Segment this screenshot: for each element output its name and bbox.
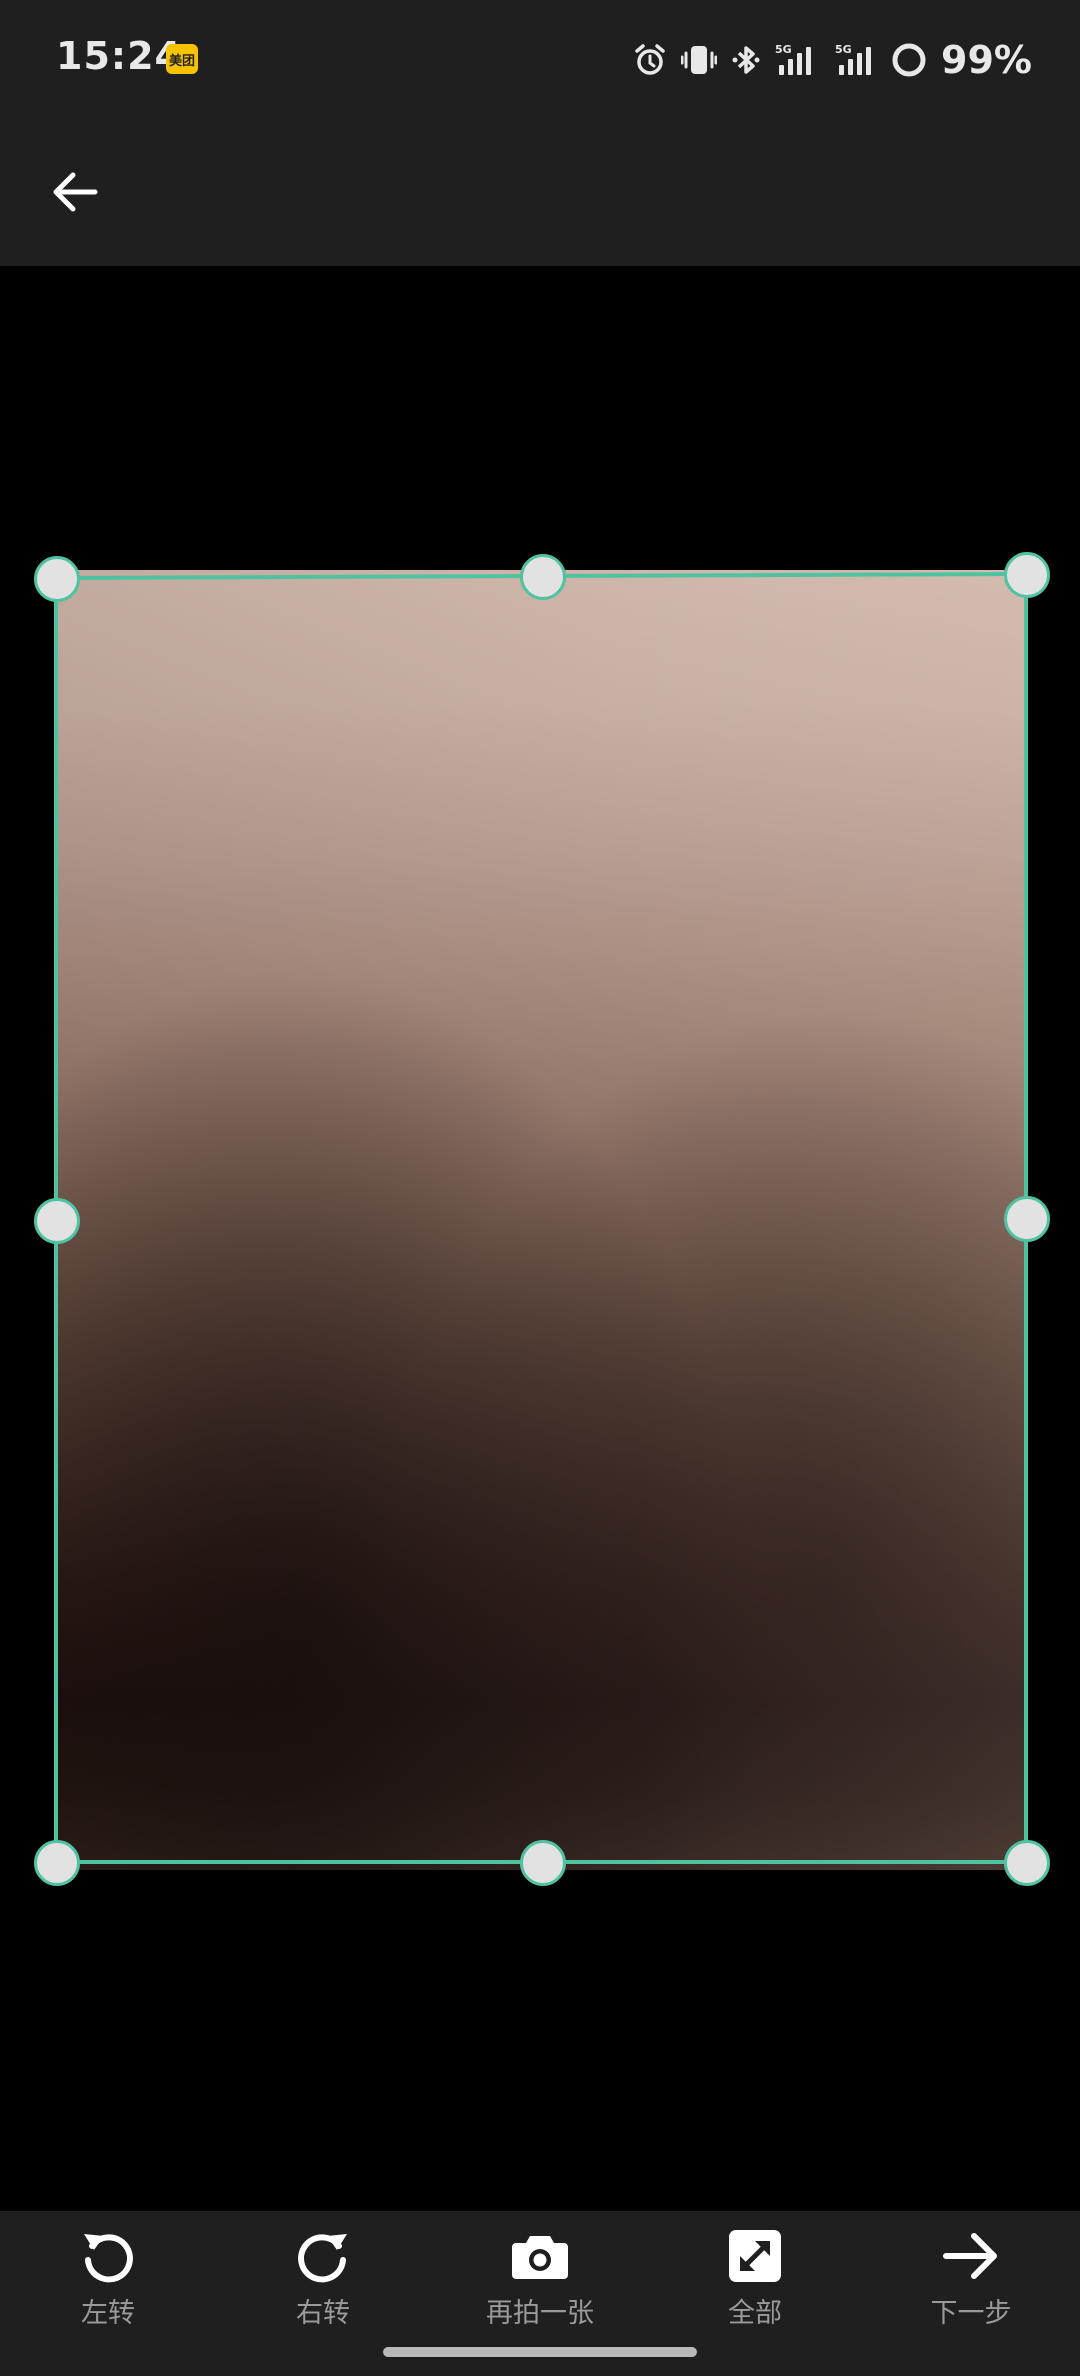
rotate-left-label: 左转 xyxy=(81,2298,135,2329)
home-indicator[interactable] xyxy=(383,2347,697,2357)
svg-text:5G: 5G xyxy=(775,43,792,56)
crop-handle-bottom-right[interactable] xyxy=(1004,1840,1050,1886)
rotate-right-button[interactable]: 右转 xyxy=(238,2225,408,2335)
bluetooth-icon xyxy=(731,43,761,77)
crop-handle-bottom-left[interactable] xyxy=(34,1840,80,1886)
crop-handle-right[interactable] xyxy=(1004,1196,1050,1242)
crop-handle-top[interactable] xyxy=(520,554,566,600)
crop-handle-left[interactable] xyxy=(34,1198,80,1244)
expand-icon xyxy=(724,2225,786,2287)
app-bar xyxy=(0,118,1080,266)
status-bar: 15:24 美团 5G 5G 99% xyxy=(0,0,1080,118)
next-label: 下一步 xyxy=(930,2298,1012,2329)
rotate-left-button[interactable]: 左转 xyxy=(23,2225,193,2335)
rotate-right-label: 右转 xyxy=(296,2298,350,2329)
crop-handle-top-right[interactable] xyxy=(1004,552,1050,598)
arrow-left-icon xyxy=(51,170,99,218)
status-icons: 5G 5G 99% xyxy=(633,30,1032,90)
crop-handle-bottom[interactable] xyxy=(520,1840,566,1886)
signal-5g-icon: 5G xyxy=(775,43,817,77)
retake-label: 再拍一张 xyxy=(486,2298,594,2329)
camera-icon xyxy=(509,2225,571,2287)
retake-button[interactable]: 再拍一张 xyxy=(455,2225,625,2335)
meituan-notification-icon: 美团 xyxy=(166,44,198,74)
select-all-label: 全部 xyxy=(728,2298,782,2329)
crop-handle-top-left[interactable] xyxy=(34,556,80,602)
alarm-icon xyxy=(633,43,667,77)
captured-photo xyxy=(56,570,1026,1870)
rotate-right-icon xyxy=(292,2225,354,2287)
arrow-right-icon xyxy=(940,2225,1002,2287)
signal-5g-icon: 5G xyxy=(831,43,877,77)
svg-text:5G: 5G xyxy=(835,43,852,56)
status-time: 15:24 xyxy=(56,34,182,78)
battery-ring-icon xyxy=(891,42,927,78)
select-all-button[interactable]: 全部 xyxy=(670,2225,840,2335)
next-button[interactable]: 下一步 xyxy=(886,2225,1056,2335)
back-button[interactable] xyxy=(40,164,110,224)
battery-percentage: 99% xyxy=(941,38,1032,82)
vibrate-icon xyxy=(681,43,718,77)
rotate-left-icon xyxy=(77,2225,139,2287)
